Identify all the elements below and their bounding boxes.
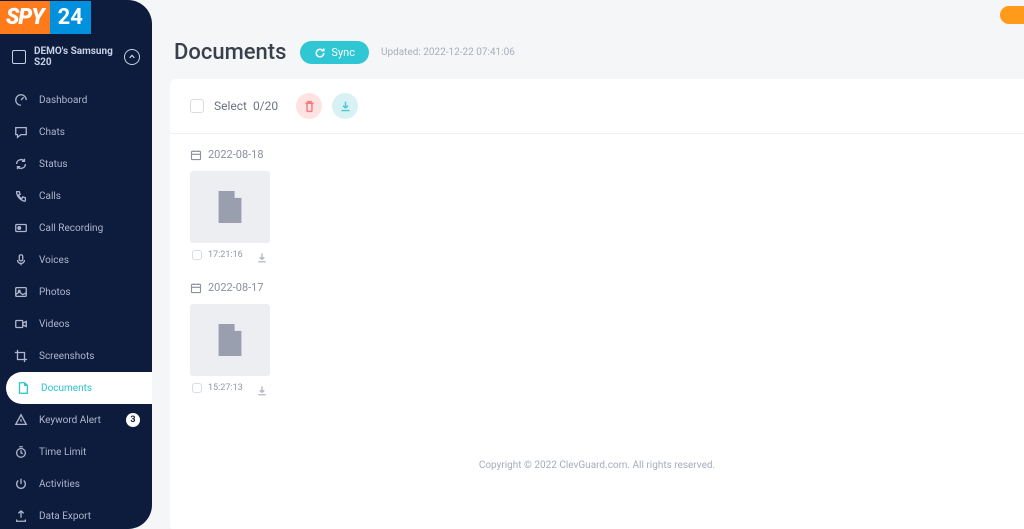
document-card[interactable]: 17:21:16 (190, 171, 270, 267)
logo-part2: 24 (50, 1, 91, 34)
sidebar-item-dashboard[interactable]: Dashboard (0, 84, 152, 116)
image-icon (14, 285, 28, 299)
sidebar-item-screenshots[interactable]: Screenshots (0, 340, 152, 372)
document-checkbox[interactable] (192, 250, 202, 260)
sidebar-item-label: Voices (39, 255, 69, 266)
sidebar-item-activities[interactable]: Activities (0, 468, 152, 500)
doc-icon (16, 381, 30, 395)
document-time: 17:21:16 (208, 250, 256, 260)
timer-icon (14, 445, 28, 459)
chat-icon (14, 125, 28, 139)
badge: 3 (126, 413, 140, 427)
notification-pill[interactable] (1000, 6, 1024, 24)
select-all-checkbox[interactable] (190, 99, 204, 113)
sync-label: Sync (331, 46, 355, 59)
download-button[interactable] (332, 93, 358, 119)
sidebar-item-label: Call Recording (39, 223, 103, 234)
sidebar-item-label: Keyword Alert (39, 415, 101, 426)
sidebar-item-keyword-alert[interactable]: Keyword Alert 3 (0, 404, 152, 436)
file-icon (216, 191, 244, 223)
download-icon (256, 385, 268, 397)
selection-toolbar: Select 0/20 (170, 79, 1024, 134)
sidebar-item-label: Documents (41, 383, 92, 394)
export-icon (14, 509, 28, 523)
document-checkbox[interactable] (192, 383, 202, 393)
sidebar-item-label: Videos (39, 319, 70, 330)
sidebar-item-status[interactable]: Status (0, 148, 152, 180)
trash-icon (303, 100, 316, 113)
calendar-icon (190, 282, 202, 294)
sidebar-item-chats[interactable]: Chats (0, 116, 152, 148)
date-group: 2022-08-17 15:27:13 (170, 267, 1024, 400)
sidebar-item-data-export[interactable]: Data Export (0, 500, 152, 529)
content-card: Select 0/20 2022-08-18 17:21:16 2022-08-17… (170, 79, 1024, 529)
phone-icon (14, 189, 28, 203)
device-title: DEMO's Samsung S20 (34, 46, 124, 68)
device-icon (12, 50, 26, 64)
sidebar-item-voices[interactable]: Voices (0, 244, 152, 276)
select-label: Select 0/20 (214, 99, 278, 113)
mic-icon (14, 253, 28, 267)
sidebar-item-label: Screenshots (39, 351, 94, 362)
download-icon (339, 100, 352, 113)
download-icon (256, 252, 268, 264)
power-icon (14, 477, 28, 491)
record-icon (14, 221, 28, 235)
sidebar-item-photos[interactable]: Photos (0, 276, 152, 308)
refresh-icon (14, 157, 28, 171)
nav-list: Dashboard Chats Status Calls Call Recording V… (0, 84, 152, 529)
sidebar-item-label: Photos (39, 287, 71, 298)
document-footer: 15:27:13 (190, 376, 270, 400)
updated-timestamp: Updated: 2022-12-22 07:41:06 (381, 47, 515, 58)
document-download[interactable] (256, 249, 268, 261)
sidebar-item-videos[interactable]: Videos (0, 308, 152, 340)
delete-button[interactable] (296, 93, 322, 119)
video-icon (14, 317, 28, 331)
alert-icon (14, 413, 28, 427)
sidebar-item-label: Dashboard (39, 95, 87, 106)
date-header: 2022-08-18 (190, 148, 1004, 161)
sync-button[interactable]: Sync (300, 41, 369, 64)
logo-part1: SPY (0, 1, 50, 34)
sidebar-item-label: Chats (39, 127, 65, 138)
file-icon (216, 324, 244, 356)
calendar-icon (190, 149, 202, 161)
footer-copyright: Copyright © 2022 ClevGuard.com. All righ… (170, 400, 1024, 491)
document-card[interactable]: 15:27:13 (190, 304, 270, 400)
sidebar-item-label: Status (39, 159, 68, 170)
document-time: 15:27:13 (208, 383, 256, 393)
device-selector[interactable]: DEMO's Samsung S20 (0, 38, 152, 76)
sidebar-item-documents[interactable]: Documents (6, 372, 152, 404)
sidebar-item-calls[interactable]: Calls (0, 180, 152, 212)
page-header: Documents Sync Updated: 2022-12-22 07:41… (152, 0, 1024, 79)
sidebar-item-label: Time Limit (39, 447, 86, 458)
speedometer-icon (14, 93, 28, 107)
date-group: 2022-08-18 17:21:16 (170, 134, 1024, 267)
sidebar-item-label: Activities (39, 479, 80, 490)
main-content: Documents Sync Updated: 2022-12-22 07:41… (152, 0, 1024, 529)
sidebar-item-time-limit[interactable]: Time Limit (0, 436, 152, 468)
sidebar-item-label: Calls (39, 191, 61, 202)
date-header: 2022-08-17 (190, 281, 1004, 294)
brand-logo: SPY 24 (0, 0, 108, 35)
sidebar-item-call-recording[interactable]: Call Recording (0, 212, 152, 244)
sidebar: DEMO's Samsung S20 Dashboard Chats Status C… (0, 0, 152, 529)
document-thumbnail[interactable] (190, 304, 270, 376)
collapse-icon[interactable] (124, 49, 140, 65)
sidebar-item-label: Data Export (39, 511, 91, 522)
document-download[interactable] (256, 382, 268, 394)
crop-icon (14, 349, 28, 363)
sync-icon (314, 47, 326, 59)
page-title: Documents (174, 40, 286, 65)
document-thumbnail[interactable] (190, 171, 270, 243)
document-footer: 17:21:16 (190, 243, 270, 267)
